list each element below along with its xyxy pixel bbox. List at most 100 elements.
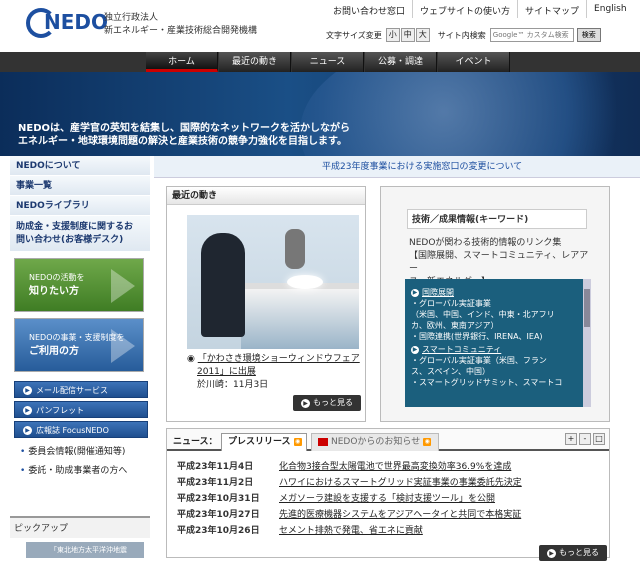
sidebar: NEDOについて 事業一覧 NEDOライブラリ 助成金・支援制度に関するお 問い… — [10, 156, 150, 558]
tab-news[interactable]: ニュース — [292, 52, 364, 72]
org-line1: 独立行政法人 — [104, 13, 159, 23]
arrow-circle-icon: ▶ — [301, 399, 310, 408]
promo-use-support[interactable]: NEDOの事業・支援制度を ご利用の方 — [14, 318, 144, 372]
pickup-banner[interactable]: 「東北地方太平洋沖地震 — [26, 542, 144, 558]
caption-line2: 2011」に出展 — [197, 367, 256, 377]
tab-recent[interactable]: 最近の動き — [219, 52, 291, 72]
tab-procurement[interactable]: 公募・調達 — [365, 52, 437, 72]
arrow-circle-icon: ▶ — [23, 406, 32, 415]
expand-icon[interactable]: + — [565, 433, 577, 445]
press-title[interactable]: 先進的医療機器システムをアジアヘータイと共同で本格実証 — [279, 507, 521, 523]
promo-learn-activities[interactable]: NEDOの活動を 知りたい方 — [14, 258, 144, 312]
pamphlet-button[interactable]: ▶ パンフレット — [14, 401, 148, 418]
notice-link[interactable]: 平成23年度事業における実施窓口の変更について — [154, 156, 640, 178]
sidebar-item-about[interactable]: NEDOについて — [10, 156, 150, 176]
arrow-circle-icon: ▶ — [411, 345, 419, 354]
caption-line1: 「かわさき環境ショーウィンドウフェア — [197, 354, 360, 364]
tab-nedo-notices-label: NEDOからのお知らせ — [331, 437, 421, 447]
panel-tools: + - □ — [563, 433, 605, 445]
committee-label: 委員会情報(開催通知等) — [28, 447, 126, 457]
english-link[interactable]: English — [586, 0, 634, 18]
category-international[interactable]: ▶ 国際展開 — [411, 287, 587, 298]
tech-info-panel: 技術／成果情報(キーワード) NEDOが関わる技術的情報のリンク集 【国際展開、… — [380, 186, 610, 422]
collapse-icon[interactable]: - — [579, 433, 591, 445]
tab-home[interactable]: ホーム — [146, 52, 218, 72]
mail-service-label: メール配信サービス — [36, 386, 108, 395]
list-item: 平成23年10月26日 セメント排熱で発電、省エネに貢献 — [177, 523, 597, 539]
hero-banner: NEDOは、産学官の英知を結集し、国際的なネットワークを活かしながら エネルギー… — [0, 72, 640, 156]
list-item: 平成23年10月27日 先進的医療機器システムをアジアヘータイと共同で本格実証 — [177, 507, 597, 523]
pickup-heading: ピックアップ — [10, 516, 150, 538]
arrow-circle-icon: ▶ — [547, 549, 556, 558]
photo-light — [287, 275, 323, 289]
window-icon[interactable]: □ — [593, 433, 605, 445]
bullet-icon: • — [20, 447, 26, 457]
cat2-item[interactable]: ・グローバル実証事業（米国、フラン — [411, 355, 587, 366]
tab-press-release[interactable]: プレスリリース ◉ — [221, 433, 307, 451]
event-caption[interactable]: ◉ 「かわさき環境ショーウィンドウフェア 2011」に出展 於川崎：11月3日 — [187, 353, 363, 392]
cat2-item[interactable]: ・スマートグリッドサミット、スマートコ — [411, 377, 587, 388]
site-header: NEDO 独立行政法人 新エネルギー・産業技術総合開発機構 お問い合わせ窓口 ウ… — [0, 0, 640, 52]
sitemap-link[interactable]: サイトマップ — [517, 0, 586, 18]
mail-service-button[interactable]: ▶ メール配信サービス — [14, 381, 148, 398]
contractor-link[interactable]: • 委託・助成事業者の方へ — [20, 463, 150, 476]
pamphlet-label: パンフレット — [36, 406, 85, 415]
banner-tagline: NEDOは、産学官の英知を結集し、国際的なネットワークを活かしながら エネルギー… — [18, 122, 350, 148]
arrow-circle-icon: ▶ — [411, 288, 419, 297]
nedo-logo[interactable]: NEDO — [26, 6, 108, 38]
cat1-item: カ、欧州、東南アジア） — [411, 321, 499, 330]
cat2-item: ス、スペイン、中国） — [411, 367, 490, 376]
cat1-item[interactable]: ・国際連携(世界銀行、IRENA、IEA) — [411, 331, 587, 342]
mail-icon — [318, 437, 328, 446]
press-more-button[interactable]: ▶ もっと見る — [539, 545, 607, 561]
arrow-right-icon — [111, 329, 135, 363]
committee-link[interactable]: • 委員会情報(開催通知等) — [20, 444, 150, 457]
tab-nedo-notices[interactable]: NEDOからのお知らせ ◉ — [311, 433, 439, 451]
tagline-line2: エネルギー・地球環境問題の解決と産業技術の競争力強化を目指します。 — [18, 136, 347, 147]
helpdesk-line2: 問い合わせ(お客様デスク) — [16, 235, 124, 245]
play-circle-icon: ◉ — [187, 354, 198, 364]
recent-more-button[interactable]: ▶ もっと見る — [293, 395, 361, 411]
press-title[interactable]: メガソーラ建設を支援する「検討支援ツール」を公開 — [279, 491, 495, 507]
utility-links: お問い合わせ窓口 ウェブサイトの使い方 サイトマップ English — [326, 0, 634, 18]
scrollbar-thumb[interactable] — [584, 289, 590, 327]
press-title[interactable]: 化合物3接合型太陽電池で世界最高変換効率36.9%を達成 — [279, 459, 511, 475]
font-small-button[interactable]: 小 — [385, 28, 400, 42]
category-international-label: 国際展開 — [422, 288, 454, 297]
focusnedo-button[interactable]: ▶ 広報誌 FocusNEDO — [14, 421, 148, 438]
cat1-item: （米国、中国、インド、中東・北アフリ — [411, 310, 555, 319]
scrollbar[interactable] — [583, 279, 591, 407]
tab-events[interactable]: イベント — [438, 52, 510, 72]
font-large-button[interactable]: 大 — [415, 28, 430, 42]
sidebar-item-library[interactable]: NEDOライブラリ — [10, 196, 150, 216]
search-button[interactable]: 検索 — [576, 28, 601, 42]
press-date: 平成23年10月31日 — [177, 494, 260, 504]
focusnedo-label: 広報誌 FocusNEDO — [36, 426, 109, 435]
news-label: ニュース： — [173, 437, 218, 447]
font-medium-button[interactable]: 中 — [400, 28, 415, 42]
list-item: 平成23年10月31日 メガソーラ建設を支援する「検討支援ツール」を公開 — [177, 491, 597, 507]
contact-link[interactable]: お問い合わせ窓口 — [326, 0, 412, 18]
press-title[interactable]: ハワイにおけるスマートグリッド実証事業の事業委託先決定 — [279, 475, 522, 491]
search-input[interactable] — [489, 28, 574, 42]
font-size-label: 文字サイズ変更 — [326, 30, 382, 40]
category-smart-community[interactable]: ▶ スマートコミュニティ — [411, 344, 587, 355]
tech-desc-line2: 【国際展開、スマートコミュニティ、レアアー — [409, 251, 589, 274]
howto-link[interactable]: ウェブサイトの使い方 — [412, 0, 517, 18]
sidebar-item-helpdesk[interactable]: 助成金・支援制度に関するお 問い合わせ(お客様デスク) — [10, 216, 150, 252]
press-more-label: もっと見る — [559, 548, 599, 557]
tech-info-title: 技術／成果情報(キーワード) — [407, 209, 587, 229]
press-title[interactable]: セメント排熱で発電、省エネに貢献 — [279, 523, 423, 539]
list-item: 平成23年11月2日 ハワイにおけるスマートグリッド実証事業の事業委託先決定 — [177, 475, 597, 491]
sidebar-item-projects[interactable]: 事業一覧 — [10, 176, 150, 196]
cat1-item[interactable]: ・グローバル実証事業 — [411, 298, 587, 309]
tech-keyword-list[interactable]: ▶ 国際展開 ・グローバル実証事業 （米国、中国、インド、中東・北アフリ カ、欧州… — [405, 279, 591, 407]
tagline-line1: NEDOは、産学官の英知を結集し、国際的なネットワークを活かしながら — [18, 123, 351, 134]
event-photo[interactable] — [187, 215, 359, 349]
rss-icon[interactable]: ◉ — [293, 437, 302, 446]
rss-icon[interactable]: ◉ — [423, 437, 432, 446]
tech-desc-line1: NEDOが関わる技術的情報のリンク集 — [409, 238, 562, 248]
news-tabs: ニュース： プレスリリース ◉ NEDOからのお知らせ ◉ + - □ — [167, 429, 609, 451]
recent-activity-panel: 最近の動き ◉ 「かわさき環境ショーウィンドウフェア 2011」に出展 於川崎：… — [166, 186, 366, 422]
news-panel: ニュース： プレスリリース ◉ NEDOからのお知らせ ◉ + - □ 平成23年1… — [166, 428, 610, 561]
